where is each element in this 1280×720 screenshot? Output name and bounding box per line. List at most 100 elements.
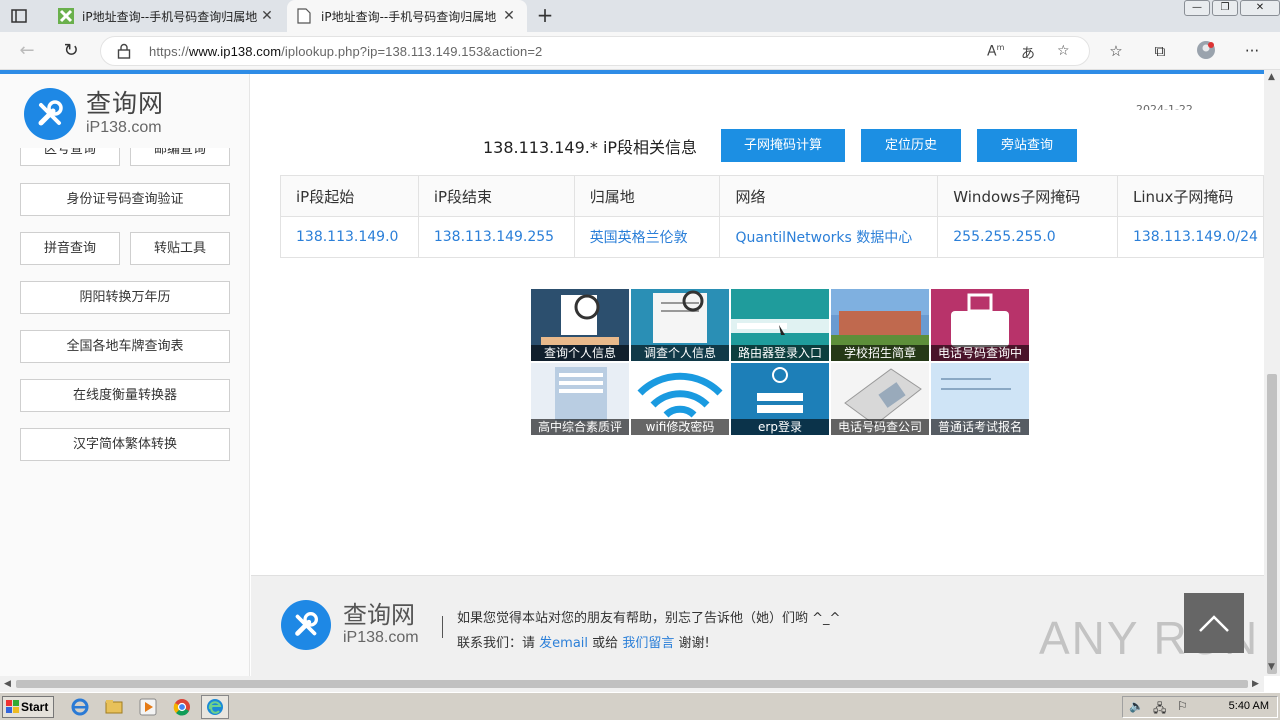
ip-start-link[interactable]: 138.113.149.0: [280, 216, 419, 258]
tile-high-school-eval[interactable]: 高中综合素质评: [531, 363, 629, 435]
explorer-folder-icon[interactable]: [104, 697, 124, 717]
site-logo[interactable]: 查询网 iP138.com: [24, 86, 184, 141]
more-menu-icon[interactable]: ···: [1241, 40, 1263, 62]
add-favorite-icon[interactable]: ☆: [1057, 43, 1070, 59]
date-text: 2024-1-22: [1136, 103, 1193, 110]
tab-actions-icon[interactable]: [8, 6, 30, 26]
tile-investigate-info[interactable]: 调查个人信息: [631, 289, 729, 361]
sidebar-item-postcode[interactable]: 邮编查询: [130, 148, 230, 166]
footer-share-text: 如果您觉得本站对您的朋友有帮助，别忘了告诉他（她）们哟 ^_^: [457, 611, 841, 626]
footer-contact-text: 联系我们：请 发email 或给 我们留言 谢谢!: [457, 636, 710, 651]
scroll-right-arrow-icon[interactable]: ▶: [1252, 679, 1259, 689]
network-icon[interactable]: 🖧: [1153, 699, 1166, 720]
table-header: 归属地: [573, 175, 721, 217]
new-tab-button[interactable]: +: [534, 4, 556, 26]
lock-icon[interactable]: [117, 43, 131, 59]
tab-title: iP地址查询--手机号码查询归属地: [82, 9, 258, 24]
tile-router-login[interactable]: 路由器登录入口: [731, 289, 829, 361]
tile-personal-info[interactable]: 查询个人信息: [531, 289, 629, 361]
sidebar-item-area-code[interactable]: 区号查询: [20, 148, 120, 166]
start-button[interactable]: Start: [2, 696, 54, 718]
translate-icon[interactable]: あ: [1021, 43, 1035, 63]
tab-inactive[interactable]: iP地址查询--手机号码查询归属地 ✕: [48, 0, 285, 32]
close-tab-icon[interactable]: ✕: [501, 8, 517, 24]
sidebar-item-chinese-converter[interactable]: 汉字简体繁体转换: [20, 428, 230, 461]
table-row: 138.113.149.0 138.113.149.255 英国英格兰伦敦 Qu…: [280, 216, 1264, 258]
chevron-up-icon: [1199, 615, 1229, 632]
subnet-calc-button[interactable]: 子网掩码计算: [721, 129, 845, 162]
tile-wifi-password[interactable]: wifi修改密码: [631, 363, 729, 435]
footer-logo-cn: 查询网: [343, 601, 415, 629]
restore-button[interactable]: ❐: [1212, 0, 1238, 16]
window-controls: — ❐ ✕: [1182, 0, 1280, 18]
email-link[interactable]: 发email: [539, 636, 588, 651]
windows-mask-link[interactable]: 255.255.255.0: [937, 216, 1118, 258]
scroll-up-arrow-icon[interactable]: ▲: [1268, 72, 1275, 82]
sidebar: 查询网 iP138.com 区号查询 邮编查询 身份证号码查询验证 拼音查询 转…: [0, 74, 250, 676]
ie-icon[interactable]: [70, 697, 90, 717]
media-player-icon[interactable]: [138, 697, 158, 717]
table-header-row: iP段起始 iP段结束 归属地 网络 Windows子网掩码 Linux子网掩码: [280, 175, 1264, 217]
network-link[interactable]: QuantilNetworks 数据中心: [719, 216, 939, 258]
footer-logo[interactable]: 查询网 iP138.com: [281, 600, 419, 650]
ip-info-table: iP段起始 iP段结束 归属地 网络 Windows子网掩码 Linux子网掩码…: [280, 175, 1264, 258]
location-link[interactable]: 英国英格兰伦敦: [573, 216, 721, 258]
table-header: Linux子网掩码: [1116, 175, 1264, 217]
wrench-logo-icon: [281, 600, 331, 650]
tab-active[interactable]: iP地址查询--手机号码查询归属地 ✕: [287, 0, 527, 32]
sidebar-item-license-plate[interactable]: 全国各地车牌查询表: [20, 330, 230, 363]
read-aloud-icon[interactable]: Aⅿ: [987, 43, 1004, 60]
sidebar-item-id-card[interactable]: 身份证号码查询验证: [20, 183, 230, 216]
page-favicon-icon: [297, 8, 313, 24]
table-header: 网络: [719, 175, 939, 217]
linux-mask-link[interactable]: 138.113.149.0/24: [1116, 216, 1264, 258]
footer-divider: [442, 616, 443, 638]
logo-text-en: iP138.com: [86, 118, 162, 136]
sidebar-item-unit-converter[interactable]: 在线度衡量转换器: [20, 379, 230, 412]
collections-icon[interactable]: ⧉: [1149, 40, 1171, 62]
tile-erp-login[interactable]: erp登录: [731, 363, 829, 435]
footer-logo-en: iP138.com: [343, 629, 419, 646]
tab-title: iP地址查询--手机号码查询归属地: [321, 9, 497, 24]
refresh-icon[interactable]: ↻: [58, 38, 84, 64]
table-header: iP段起始: [280, 175, 419, 217]
message-link[interactable]: 我们留言: [622, 636, 674, 651]
scroll-down-arrow-icon[interactable]: ▼: [1268, 662, 1275, 672]
volume-icon[interactable]: 🔈: [1129, 699, 1144, 713]
section-title: 138.113.149.* iP段相关信息: [483, 138, 698, 157]
side-site-button[interactable]: 旁站查询: [977, 129, 1077, 162]
sidebar-item-pinyin[interactable]: 拼音查询: [20, 232, 120, 265]
location-history-button[interactable]: 定位历史: [861, 129, 961, 162]
scrollbar-thumb[interactable]: [1267, 374, 1277, 674]
profile-avatar[interactable]: [1195, 40, 1217, 62]
vertical-scrollbar[interactable]: ▲ ▼: [1264, 70, 1280, 676]
windows-logo-icon: [6, 700, 19, 713]
favorites-icon[interactable]: ☆: [1105, 40, 1127, 62]
close-tab-icon[interactable]: ✕: [259, 8, 275, 24]
address-bar[interactable]: https://www.ip138.com/iplookup.php?ip=13…: [100, 36, 1090, 66]
url-text[interactable]: https://www.ip138.com/iplookup.php?ip=13…: [149, 44, 542, 59]
chrome-icon[interactable]: [172, 697, 192, 717]
browser-toolbar: ← ↻ https://www.ip138.com/iplookup.php?i…: [0, 32, 1280, 70]
scroll-left-arrow-icon[interactable]: ◀: [4, 679, 11, 689]
footer: 查询网 iP138.com 如果您觉得本站对您的朋友有帮助，别忘了告诉他（她）们…: [251, 575, 1264, 676]
ip-end-link[interactable]: 138.113.149.255: [417, 216, 575, 258]
page-content: 查询网 iP138.com 区号查询 邮编查询 身份证号码查询验证 拼音查询 转…: [0, 74, 1264, 676]
tile-phone-company[interactable]: 电话号码查公司: [831, 363, 929, 435]
flag-icon[interactable]: ⚐: [1177, 699, 1188, 713]
tile-school-admission[interactable]: 学校招生简章: [831, 289, 929, 361]
wrench-logo-icon: [24, 87, 76, 140]
tile-phone-query[interactable]: 电话号码查询中: [931, 289, 1029, 361]
edge-taskbar-button[interactable]: [201, 695, 229, 719]
edge-icon: [207, 699, 223, 715]
minimize-button[interactable]: —: [1184, 0, 1210, 16]
horizontal-scrollbar[interactable]: ◀ ▶: [0, 676, 1264, 692]
tile-mandarin-exam[interactable]: 普通话考试报名: [931, 363, 1029, 435]
sidebar-item-repost-tool[interactable]: 转贴工具: [130, 232, 230, 265]
scrollbar-thumb[interactable]: [16, 680, 1248, 688]
sidebar-item-calendar[interactable]: 阴阳转换万年历: [20, 281, 230, 314]
window-close-button[interactable]: ✕: [1240, 0, 1280, 16]
back-to-top-button[interactable]: [1184, 593, 1244, 653]
back-arrow-icon[interactable]: ←: [14, 38, 40, 64]
system-tray: 🔈 🖧 ⚐ 5:40 AM: [1122, 696, 1278, 718]
